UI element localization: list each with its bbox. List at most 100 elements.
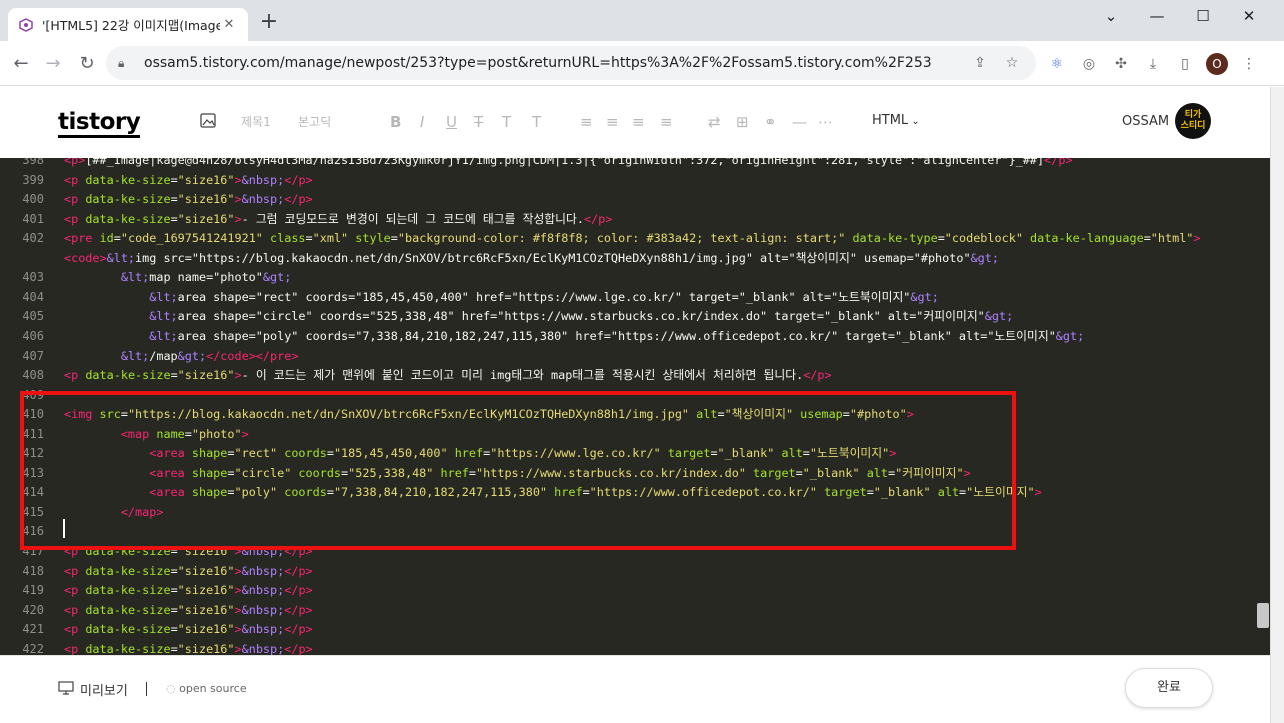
- username[interactable]: OSSAM: [1122, 114, 1169, 129]
- tab-title: '[HTML5] 22강 이미지맵(Image: [42, 18, 220, 33]
- code-line[interactable]: 403 &lt;map name="photo"&gt;: [0, 267, 1255, 287]
- chevron-down-icon[interactable]: ⌄: [1088, 4, 1134, 28]
- close-window-button[interactable]: ✕: [1226, 4, 1272, 28]
- minimize-button[interactable]: —: [1134, 4, 1180, 28]
- url-text[interactable]: ossam5.tistory.com/manage/newpost/253?ty…: [144, 55, 960, 71]
- side-panel-icon[interactable]: ▯: [1174, 53, 1196, 75]
- italic-icon[interactable]: I: [420, 113, 424, 131]
- code-line[interactable]: 402 <pre id="code_1697541241921" class="x…: [0, 228, 1255, 248]
- forward-arrow-icon[interactable]: →: [40, 51, 66, 77]
- code-text: <p data-ke-size="size16">&nbsp;</p>: [64, 583, 313, 598]
- code-line[interactable]: 421 <p data-ke-size="size16">&nbsp;</p>: [0, 619, 1255, 639]
- code-line[interactable]: 401 <p data-ke-size="size16">- 그럼 코딩모드로 변…: [0, 209, 1255, 229]
- code-line[interactable]: 418 <p data-ke-size="size16">&nbsp;</p>: [0, 561, 1255, 581]
- new-tab-button[interactable]: +: [258, 11, 280, 34]
- code-text: <pre id="code_1697541241921" class="xml"…: [64, 231, 1201, 246]
- code-text: <p data-ke-size="size16">&nbsp;</p>: [64, 602, 313, 617]
- highlight-rectangle: [20, 391, 1016, 550]
- text-color-icon[interactable]: T: [502, 113, 511, 131]
- address-bar[interactable]: 🔒︎ ossam5.tistory.com/manage/newpost/253…: [106, 46, 1036, 80]
- tistory-logo[interactable]: tistory: [58, 109, 141, 138]
- link-icon[interactable]: ⚭: [764, 113, 777, 131]
- code-line[interactable]: 407 &lt;/map&gt;</code></pre>: [0, 346, 1255, 366]
- reload-icon[interactable]: ↻: [74, 51, 100, 77]
- kebab-menu-icon[interactable]: ⋮: [1238, 53, 1260, 75]
- bold-icon[interactable]: B: [390, 113, 401, 131]
- open-source-link[interactable]: ◌ open source: [166, 682, 247, 695]
- share-icon[interactable]: ⇪: [968, 55, 992, 71]
- list-icon[interactable]: ⇄: [708, 113, 721, 131]
- editor-footer: 미리보기 ◌ open source 완료: [0, 655, 1270, 723]
- strikethrough-icon[interactable]: T: [474, 113, 483, 131]
- profile-badge[interactable]: 티가 스티디: [1175, 103, 1211, 139]
- profile-avatar[interactable]: O: [1206, 53, 1228, 75]
- more-icon[interactable]: ⋯: [818, 113, 833, 131]
- line-number: 399: [22, 172, 44, 187]
- badge-text: 티가 스티디: [1180, 110, 1206, 131]
- lock-icon: 🔒︎: [118, 55, 125, 70]
- line-number: 408: [22, 368, 44, 383]
- extension-circle-icon[interactable]: ◎: [1078, 53, 1100, 75]
- monitor-icon: [58, 680, 74, 699]
- line-number: 403: [22, 270, 44, 285]
- code-text: <p data-ke-size="size16">- 이 코드는 제가 맨위에 …: [64, 368, 832, 383]
- line-number: 406: [22, 328, 44, 343]
- code-line[interactable]: 422 <p data-ke-size="size16">&nbsp;</p>: [0, 639, 1255, 655]
- back-arrow-icon[interactable]: ←: [8, 51, 34, 77]
- line-number: 398: [22, 158, 44, 167]
- align-left-icon[interactable]: ≡: [580, 113, 593, 131]
- underline-icon[interactable]: U: [446, 113, 457, 131]
- line-number: 405: [22, 309, 44, 324]
- code-line[interactable]: 420 <p data-ke-size="size16">&nbsp;</p>: [0, 600, 1255, 620]
- download-icon[interactable]: ⤓: [1142, 53, 1164, 75]
- horizontal-line-icon[interactable]: —: [792, 113, 807, 131]
- divider: [146, 682, 147, 696]
- code-text: <p data-ke-size="size16">&nbsp;</p>: [64, 172, 313, 187]
- font-select[interactable]: 본고딕: [298, 113, 331, 130]
- code-line[interactable]: 406 &lt;area shape="poly" coords="7,338,…: [0, 326, 1255, 346]
- code-text: <p data-ke-size="size16">&nbsp;</p>: [64, 622, 313, 637]
- background-color-icon[interactable]: T: [532, 113, 541, 131]
- browser-tab[interactable]: '[HTML5] 22강 이미지맵(Image ✕: [8, 8, 248, 41]
- image-insert-icon[interactable]: [200, 113, 218, 132]
- align-center-icon[interactable]: ≡: [606, 113, 619, 131]
- code-text: <code>&lt;img src="https://blog.kakaocdn…: [64, 250, 999, 265]
- bookmark-star-icon[interactable]: ☆: [1000, 55, 1024, 71]
- code-text: <p data-ke-size="size16">&nbsp;</p>: [64, 563, 313, 578]
- react-devtools-icon[interactable]: ⚛: [1046, 53, 1068, 75]
- align-right-icon[interactable]: ≡: [632, 113, 645, 131]
- code-line[interactable]: 398 <p>[##_Image|kage@d4n28/btsyH4dl3Ma/n…: [0, 158, 1255, 170]
- code-text: &lt;area shape="rect" coords="185,45,450…: [149, 289, 939, 304]
- code-line[interactable]: 404 &lt;area shape="rect" coords="185,45…: [0, 287, 1255, 307]
- line-number: 401: [22, 211, 44, 226]
- editor-scroll-thumb[interactable]: [1257, 603, 1269, 628]
- code-text: &lt;area shape="circle" coords="525,338,…: [149, 309, 1014, 324]
- code-line[interactable]: 408 <p data-ke-size="size16">- 이 코드는 제가 맨…: [0, 365, 1255, 385]
- code-text: <p data-ke-size="size16">&nbsp;</p>: [64, 192, 313, 207]
- editor-header: tistory 제목1 본고딕 B I U T T T ≡ ≡ ≡ ≡ ⇄ ⊞ …: [0, 87, 1270, 158]
- tistory-favicon-icon: [18, 17, 34, 33]
- line-number: 400: [22, 192, 44, 207]
- puzzle-extensions-icon[interactable]: ✣: [1110, 53, 1132, 75]
- open-source-icon: ◌: [166, 682, 180, 695]
- preview-label: 미리보기: [80, 684, 128, 699]
- heading-select[interactable]: 제목1: [241, 113, 271, 130]
- code-line[interactable]: 419 <p data-ke-size="size16">&nbsp;</p>: [0, 580, 1255, 600]
- table-icon[interactable]: ⊞: [736, 113, 749, 131]
- code-line[interactable]: <code>&lt;img src="https://blog.kakaocdn…: [0, 248, 1255, 268]
- code-line[interactable]: 399 <p data-ke-size="size16">&nbsp;</p>: [0, 170, 1255, 190]
- code-text: &lt;area shape="poly" coords="7,338,84,2…: [149, 328, 1085, 343]
- align-justify-icon[interactable]: ≡: [660, 113, 673, 131]
- preview-button[interactable]: 미리보기: [58, 680, 128, 699]
- logo-text: tistory: [58, 109, 141, 138]
- code-text: &lt;/map&gt;</code></pre>: [120, 348, 299, 363]
- code-line[interactable]: 405 &lt;area shape="circle" coords="525,…: [0, 306, 1255, 326]
- maximize-button[interactable]: ☐: [1180, 4, 1226, 28]
- browser-tab-strip: '[HTML5] 22강 이미지맵(Image ✕ + ⌄ — ☐ ✕: [0, 0, 1284, 41]
- code-line[interactable]: 400 <p data-ke-size="size16">&nbsp;</p>: [0, 189, 1255, 209]
- done-button[interactable]: 완료: [1125, 668, 1213, 708]
- page-scrollbar[interactable]: [1270, 87, 1284, 723]
- editor-mode-select[interactable]: HTML ⌄: [872, 113, 920, 128]
- tab-close-icon[interactable]: ✕: [220, 16, 238, 34]
- line-number: 402: [22, 231, 44, 246]
